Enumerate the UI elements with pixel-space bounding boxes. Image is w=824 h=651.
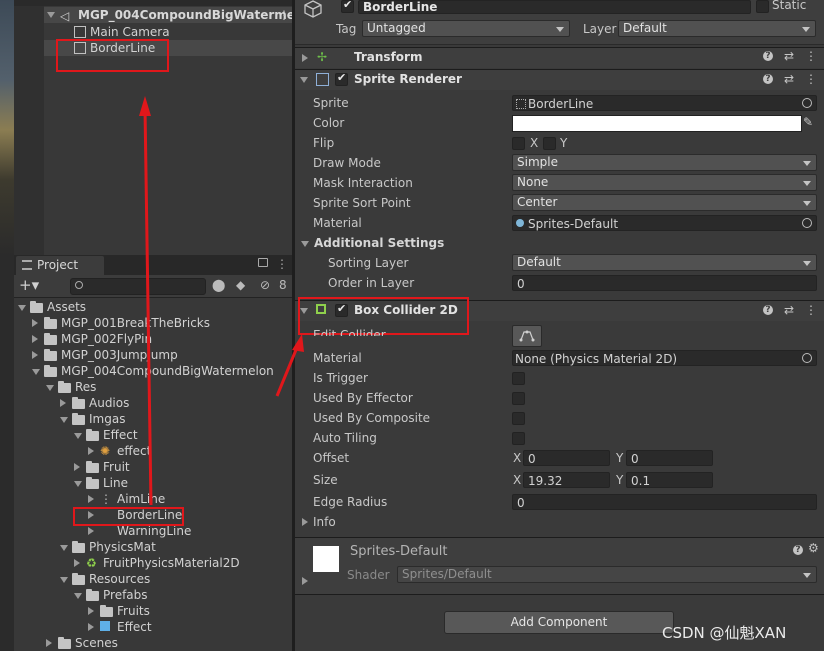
annotation-arrow-vertical [143, 107, 153, 506]
annotation-arrows [139, 96, 304, 506]
annotation-arrowhead-diagonal [292, 334, 304, 352]
annotation-arrowhead-vertical [139, 96, 151, 116]
annotation-arrow-diagonal [275, 344, 300, 397]
